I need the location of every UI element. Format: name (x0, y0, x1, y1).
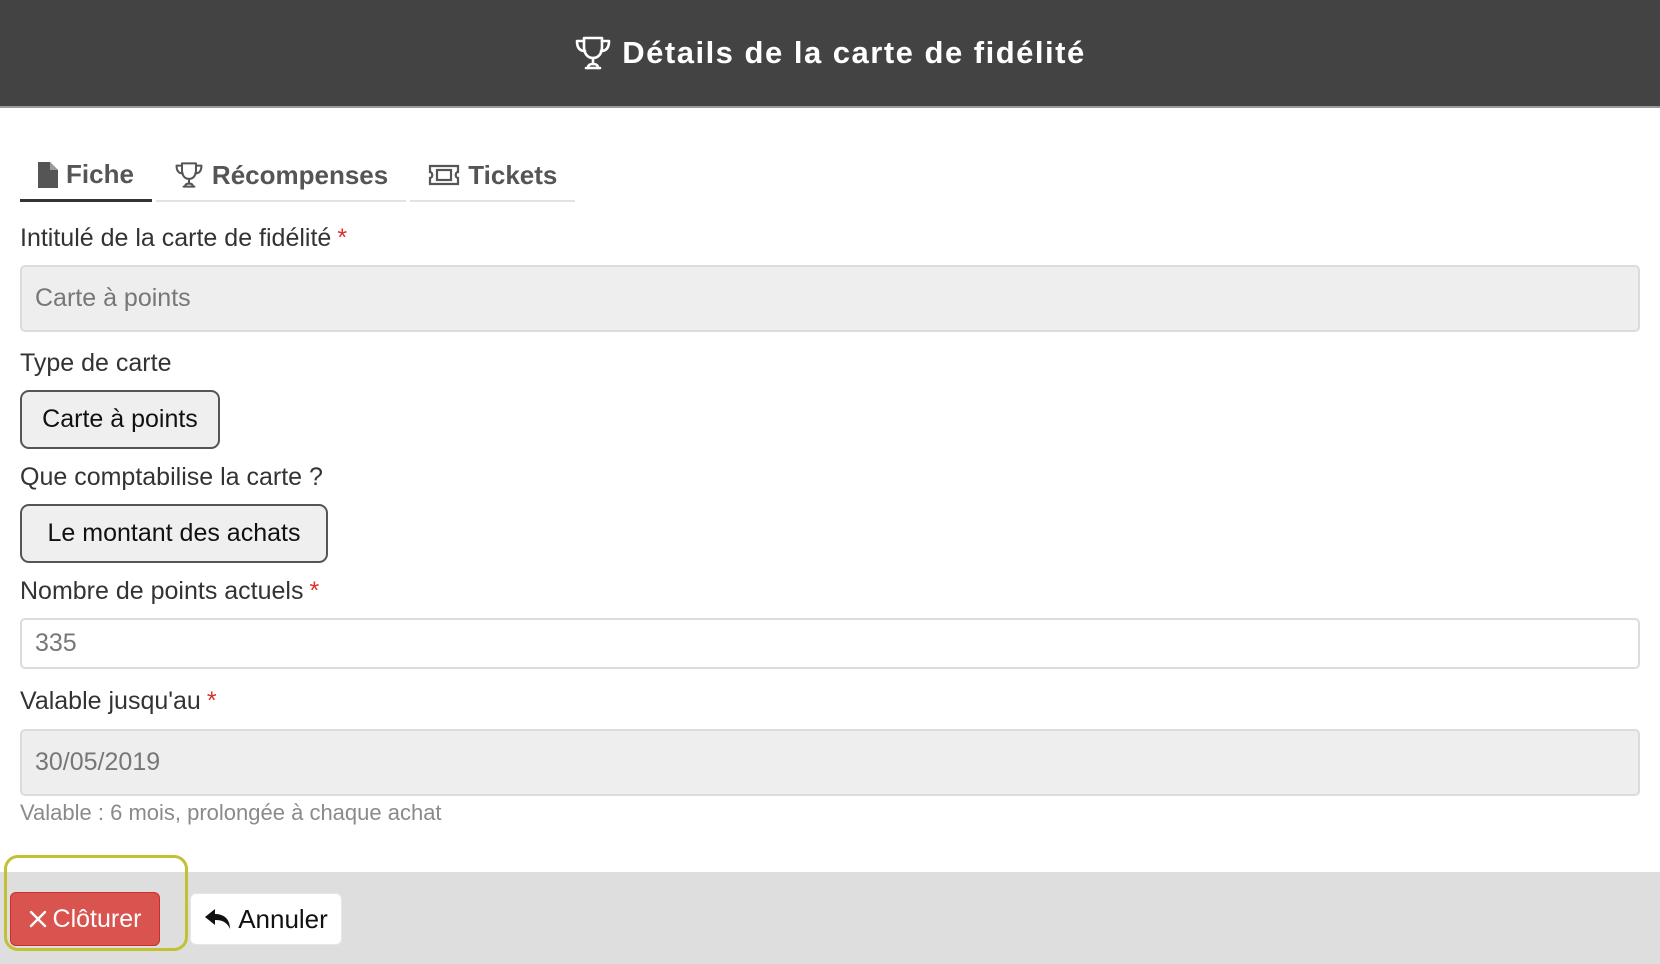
card-type-label: Type de carte (20, 349, 172, 377)
tab-fiche[interactable]: Fiche (20, 150, 152, 202)
points-input[interactable]: 335 (20, 618, 1640, 669)
modal-title: Détails de la carte de fidélité (622, 35, 1086, 70)
tab-bar: Fiche Récompenses Tickets (20, 150, 579, 202)
card-name-label: Intitulé de la carte de fidélité * (20, 224, 348, 252)
cancel-label: Annuler (238, 903, 328, 934)
undo-icon (204, 907, 232, 931)
tab-tickets-label: Tickets (468, 159, 558, 190)
close-icon (29, 910, 47, 928)
tab-tickets[interactable]: Tickets (410, 150, 576, 202)
tab-recompenses[interactable]: Récompenses (155, 150, 407, 202)
cancel-button[interactable]: Annuler (190, 893, 342, 945)
trophy-icon (174, 161, 204, 189)
valid-until-label: Valable jusqu'au * (20, 687, 217, 715)
counting-button[interactable]: Le montant des achats (20, 504, 328, 563)
counting-label: Que comptabilise la carte ? (20, 463, 323, 491)
file-icon (38, 161, 58, 188)
trophy-icon (574, 35, 612, 71)
card-name-field[interactable]: Carte à points (20, 265, 1640, 332)
valid-until-help: Valable : 6 mois, prolongée à chaque ach… (20, 800, 442, 825)
ticket-icon (428, 164, 460, 186)
card-type-button[interactable]: Carte à points (20, 390, 220, 449)
required-mark: * (206, 687, 217, 715)
tab-recompenses-label: Récompenses (211, 159, 389, 190)
points-label: Nombre de points actuels * (20, 577, 320, 605)
close-card-label: Clôturer (52, 904, 142, 933)
required-mark: * (337, 224, 348, 252)
required-mark: * (309, 577, 320, 605)
close-card-button[interactable]: Clôturer (10, 892, 160, 946)
valid-until-field[interactable]: 30/05/2019 (20, 729, 1640, 796)
tab-fiche-label: Fiche (66, 159, 134, 189)
modal-header: Détails de la carte de fidélité (0, 0, 1660, 108)
